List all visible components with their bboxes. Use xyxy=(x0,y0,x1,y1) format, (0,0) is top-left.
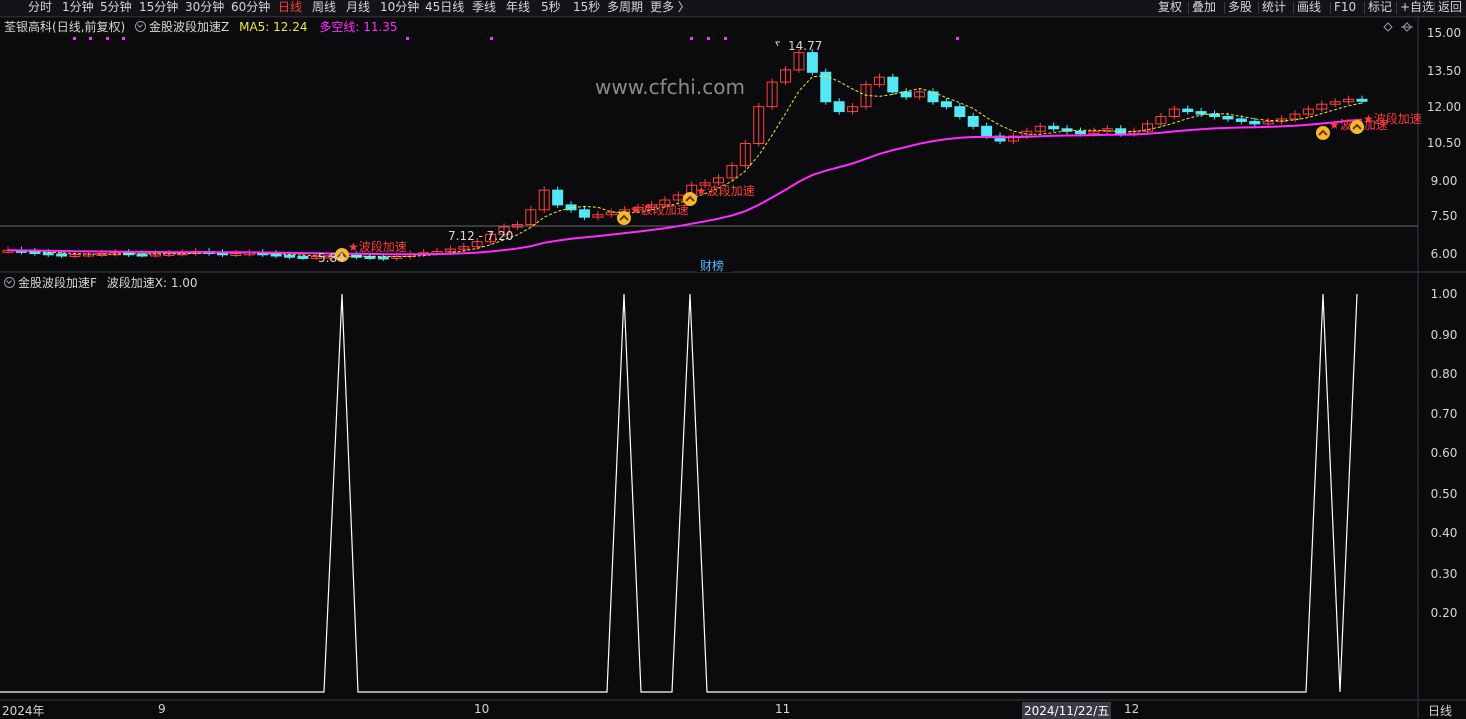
signal-dot xyxy=(490,37,493,40)
accel-marker-icon xyxy=(683,192,697,206)
watermark: www.cfchi.com xyxy=(595,75,745,99)
time-label-year: 2024年 xyxy=(2,704,45,718)
time-label-dec: 12 xyxy=(1124,702,1140,716)
candle xyxy=(1195,111,1207,115)
signal-dot xyxy=(690,37,693,40)
sub-tick: 0.60 xyxy=(1430,446,1458,460)
accel-label: ★波段加速 xyxy=(696,183,755,198)
sub-tick: 0.90 xyxy=(1430,328,1458,342)
candle xyxy=(927,91,939,103)
candle xyxy=(981,125,993,137)
candle xyxy=(1235,118,1247,122)
period-label: 日线 xyxy=(1428,704,1453,718)
candle xyxy=(1182,108,1194,113)
accel-marker-icon xyxy=(1350,120,1364,134)
low-label: 5.84 xyxy=(318,251,345,265)
time-label-nov: 11 xyxy=(775,702,791,716)
sub-tick: 0.80 xyxy=(1430,367,1458,381)
ma5-line xyxy=(7,75,1363,258)
signal-dot xyxy=(106,37,109,40)
price-tick: 10.50 xyxy=(1426,136,1462,150)
candle xyxy=(56,253,68,257)
candle xyxy=(578,209,590,218)
candle xyxy=(284,254,296,258)
sub-tick: 0.40 xyxy=(1430,526,1458,540)
sub-tick: 0.30 xyxy=(1430,567,1458,581)
candle xyxy=(1356,98,1368,102)
sub-tick: 0.20 xyxy=(1430,606,1458,620)
candle xyxy=(1048,125,1060,130)
candle xyxy=(967,115,979,127)
range-label: 7.12 - 7.20 xyxy=(448,229,513,243)
price-tick: 15.00 xyxy=(1426,26,1462,40)
time-label-sep: 9 xyxy=(158,702,166,716)
sub-tick: 1.00 xyxy=(1430,287,1458,301)
candle xyxy=(1222,115,1234,120)
candle xyxy=(900,91,912,98)
candle xyxy=(806,52,818,73)
accel-marker-icon xyxy=(1316,126,1330,140)
signal-dot xyxy=(122,37,125,40)
candle xyxy=(42,252,54,256)
cursor-date: 2024/11/22/五 xyxy=(1022,702,1112,719)
candle xyxy=(833,101,845,113)
signal-line xyxy=(0,293,1358,693)
caibang-label: 财榜 xyxy=(700,258,724,273)
candle xyxy=(297,255,309,259)
accel-label: ★波段加速 xyxy=(1363,111,1422,126)
accel-marker-icon xyxy=(617,211,631,225)
accel-label: ★波段加速 xyxy=(348,239,407,254)
sub-tick: 0.50 xyxy=(1430,487,1458,501)
time-label-oct: 10 xyxy=(474,702,490,716)
chart-canvas[interactable]: ★波段加速★波段加速★波段加速★波段加速★波段加速 www.cfchi.com … xyxy=(0,0,1466,718)
candle xyxy=(887,76,899,93)
candle xyxy=(1074,130,1086,135)
layout-icon[interactable] xyxy=(1401,22,1413,32)
signal-dot xyxy=(73,37,76,40)
price-tick: 13.50 xyxy=(1426,64,1462,78)
candle xyxy=(1249,120,1261,125)
price-tick: 12.00 xyxy=(1426,100,1462,114)
candle xyxy=(940,101,952,108)
duokong-line xyxy=(7,118,1363,256)
signal-dot xyxy=(707,37,710,40)
high-label: 14.77 xyxy=(788,39,822,53)
diamond-icon[interactable] xyxy=(1383,22,1393,32)
accel-label: ★波段加速 xyxy=(630,202,689,217)
candle xyxy=(552,189,564,206)
signal-dot xyxy=(724,37,727,40)
signal-dot xyxy=(406,37,409,40)
signal-dot xyxy=(956,37,959,40)
signal-dot xyxy=(89,37,92,40)
candle xyxy=(954,106,966,117)
candle xyxy=(377,256,389,260)
sub-tick: 0.70 xyxy=(1430,407,1458,421)
grid-lines xyxy=(0,32,1418,614)
signal-dots xyxy=(73,37,959,40)
price-tick: 7.50 xyxy=(1430,209,1458,223)
price-tick: 6.00 xyxy=(1430,247,1458,261)
candle xyxy=(1209,113,1221,117)
price-tick: 9.00 xyxy=(1430,174,1458,188)
